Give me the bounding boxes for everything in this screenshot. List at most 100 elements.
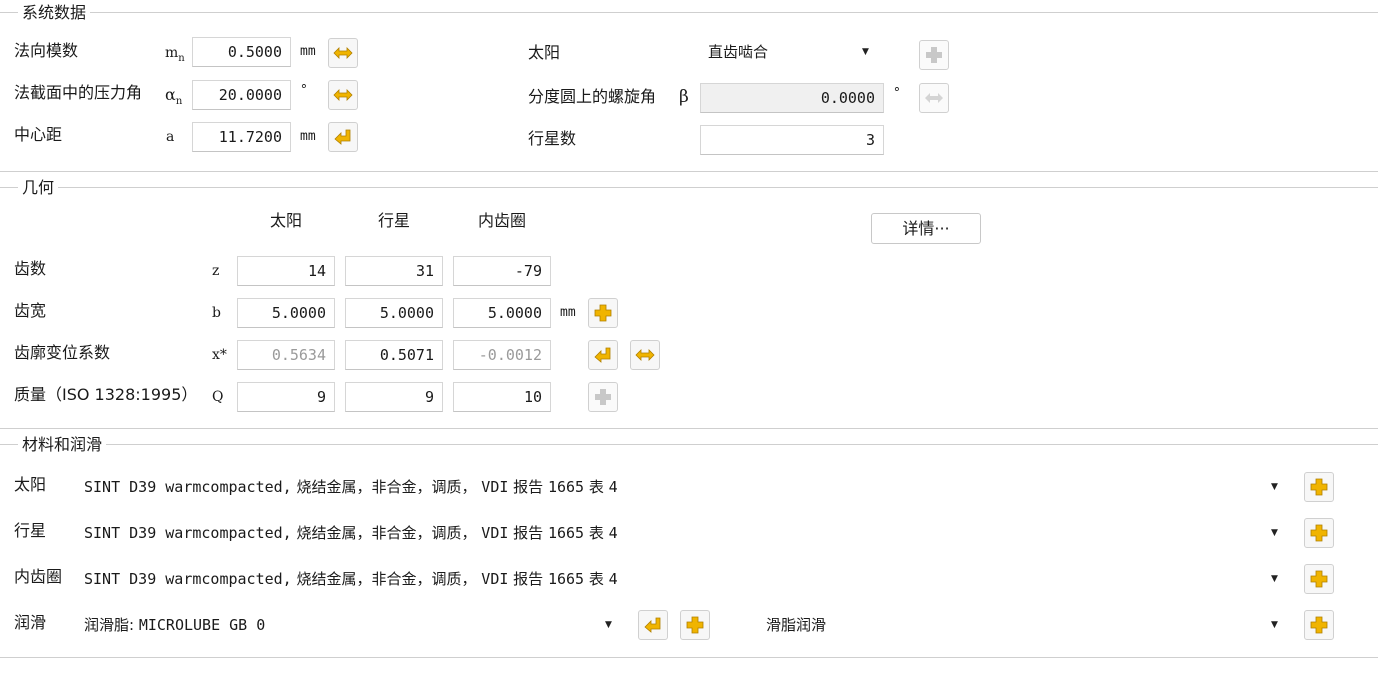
profile-shift-label: 齿廓变位系数 — [14, 343, 111, 362]
double-arrow-icon — [333, 46, 353, 60]
add-button-material-sun[interactable] — [1304, 472, 1334, 502]
teeth-sun-input[interactable]: 14 — [237, 256, 335, 286]
sync-button-module[interactable] — [328, 38, 358, 68]
teeth-count-symbol: z — [212, 263, 220, 279]
quality-label: 质量（ISO 1328:1995） — [14, 385, 198, 404]
chevron-down-icon: ▼ — [1271, 574, 1278, 584]
calc-button-lubricant[interactable] — [638, 610, 668, 640]
face-width-planet-input[interactable]: 5.0000 — [345, 298, 443, 328]
profile-shift-sun-input[interactable]: 0.5634 — [237, 340, 335, 370]
material-std: VDI — [481, 478, 509, 496]
sync-button-profile-shift[interactable] — [630, 340, 660, 370]
pressure-angle-unit: ° — [300, 83, 308, 98]
teeth-ring-input[interactable]: -79 — [453, 256, 551, 286]
material-std: VDI — [481, 524, 509, 542]
column-header-sun: 太阳 — [269, 211, 302, 230]
lubricant-prefix: 润滑脂: — [84, 616, 135, 634]
center-distance-input[interactable]: 11.7200 — [192, 122, 291, 152]
material-name: SINT D39 warmcompacted, — [84, 478, 292, 496]
column-header-planet: 行星 — [377, 211, 410, 230]
gear-mesh-type-select[interactable]: 直齿啮合 ▼ — [700, 37, 884, 67]
pressure-angle-input[interactable]: 20.0000 — [192, 80, 291, 110]
sync-button-pressure-angle[interactable] — [328, 80, 358, 110]
gear-mesh-type-value: 直齿啮合 — [708, 43, 769, 61]
chevron-down-icon: ▼ — [1271, 620, 1278, 630]
face-width-symbol: b — [212, 305, 221, 321]
face-width-unit: mm — [560, 305, 576, 320]
calc-button-profile-shift[interactable] — [588, 340, 618, 370]
material-number: 1665 — [547, 478, 585, 496]
lubrication-type-select[interactable]: 滑脂润滑 ▼ — [758, 610, 1290, 640]
face-width-sun-input[interactable]: 5.0000 — [237, 298, 335, 328]
normal-module-input[interactable]: 0.5000 — [192, 37, 291, 67]
calc-button-center-distance[interactable] — [328, 122, 358, 152]
add-button-quality-disabled[interactable] — [588, 382, 618, 412]
double-arrow-icon — [924, 91, 944, 105]
add-button-sun-disabled[interactable] — [919, 40, 949, 70]
lubricant-name: MICROLUBE GB 0 — [138, 616, 266, 634]
material-sun-select[interactable]: SINT D39 warmcompacted, 烧结金属，非合金，调质， VDI… — [76, 472, 1290, 502]
material-planet-select[interactable]: SINT D39 warmcompacted, 烧结金属，非合金，调质， VDI… — [76, 518, 1290, 548]
material-report: 报告 — [513, 570, 544, 588]
double-arrow-icon — [333, 88, 353, 102]
profile-shift-symbol: x* — [212, 347, 227, 363]
material-report: 报告 — [513, 524, 544, 542]
helix-angle-input[interactable]: 0.0000 — [700, 83, 884, 113]
teeth-planet-input[interactable]: 31 — [345, 256, 443, 286]
pressure-angle-symbol: αn — [165, 85, 183, 108]
plus-icon — [1310, 616, 1328, 634]
geometry-group — [0, 187, 1378, 429]
arrow-left-icon — [334, 129, 352, 145]
material-number: 1665 — [547, 524, 585, 542]
column-header-ring: 内齿圈 — [477, 211, 526, 230]
quality-planet-input[interactable]: 9 — [345, 382, 443, 412]
material-number: 1665 — [547, 570, 585, 588]
material-table-no: 4 — [608, 570, 618, 588]
profile-shift-planet-input[interactable]: 0.5071 — [345, 340, 443, 370]
double-arrow-icon — [635, 348, 655, 362]
material-desc: 烧结金属，非合金，调质， — [296, 478, 477, 496]
details-button[interactable]: 详情··· — [871, 213, 981, 244]
material-ring-select[interactable]: SINT D39 warmcompacted, 烧结金属，非合金，调质， VDI… — [76, 564, 1290, 594]
profile-shift-ring-input[interactable]: -0.0012 — [453, 340, 551, 370]
normal-module-label: 法向模数 — [14, 41, 79, 60]
lubricant-select[interactable]: 润滑脂: MICROLUBE GB 0 ▼ — [76, 610, 624, 640]
sun-label: 太阳 — [528, 43, 561, 62]
normal-module-symbol: mn — [165, 45, 185, 64]
quality-ring-input[interactable]: 10 — [453, 382, 551, 412]
add-button-lubrication-type[interactable] — [1304, 610, 1334, 640]
material-ring-label: 内齿圈 — [14, 567, 63, 586]
add-button-lubricant[interactable] — [680, 610, 710, 640]
pressure-angle-label: 法截面中的压力角 — [14, 83, 143, 102]
lubrication-label: 润滑 — [14, 613, 47, 632]
normal-module-unit: mm — [300, 44, 316, 59]
material-table-no: 4 — [608, 524, 618, 542]
center-distance-unit: mm — [300, 129, 316, 144]
add-button-material-ring[interactable] — [1304, 564, 1334, 594]
material-sun-label: 太阳 — [14, 475, 47, 494]
material-desc: 烧结金属，非合金，调质， — [296, 524, 477, 542]
face-width-label: 齿宽 — [14, 301, 47, 320]
planets-count-input[interactable]: 3 — [700, 125, 884, 155]
plus-icon — [686, 616, 704, 634]
add-button-face-width[interactable] — [588, 298, 618, 328]
material-table: 表 — [588, 524, 604, 542]
face-width-ring-input[interactable]: 5.0000 — [453, 298, 551, 328]
geometry-title: 几何 — [18, 178, 59, 198]
arrow-left-icon — [644, 617, 662, 633]
helix-angle-label: 分度圆上的螺旋角 — [528, 87, 657, 106]
quality-symbol: Q — [212, 389, 224, 405]
material-planet-label: 行星 — [14, 521, 47, 540]
plus-icon — [1310, 478, 1328, 496]
sync-button-helix-disabled[interactable] — [919, 83, 949, 113]
planets-count-label: 行星数 — [528, 129, 577, 148]
add-button-material-planet[interactable] — [1304, 518, 1334, 548]
system-data-title: 系统数据 — [18, 3, 91, 23]
material-table: 表 — [588, 478, 604, 496]
helix-angle-unit: ° — [893, 86, 901, 101]
chevron-down-icon: ▼ — [1271, 528, 1278, 538]
quality-sun-input[interactable]: 9 — [237, 382, 335, 412]
plus-icon — [594, 388, 612, 406]
plus-icon — [1310, 524, 1328, 542]
material-desc: 烧结金属，非合金，调质， — [296, 570, 477, 588]
